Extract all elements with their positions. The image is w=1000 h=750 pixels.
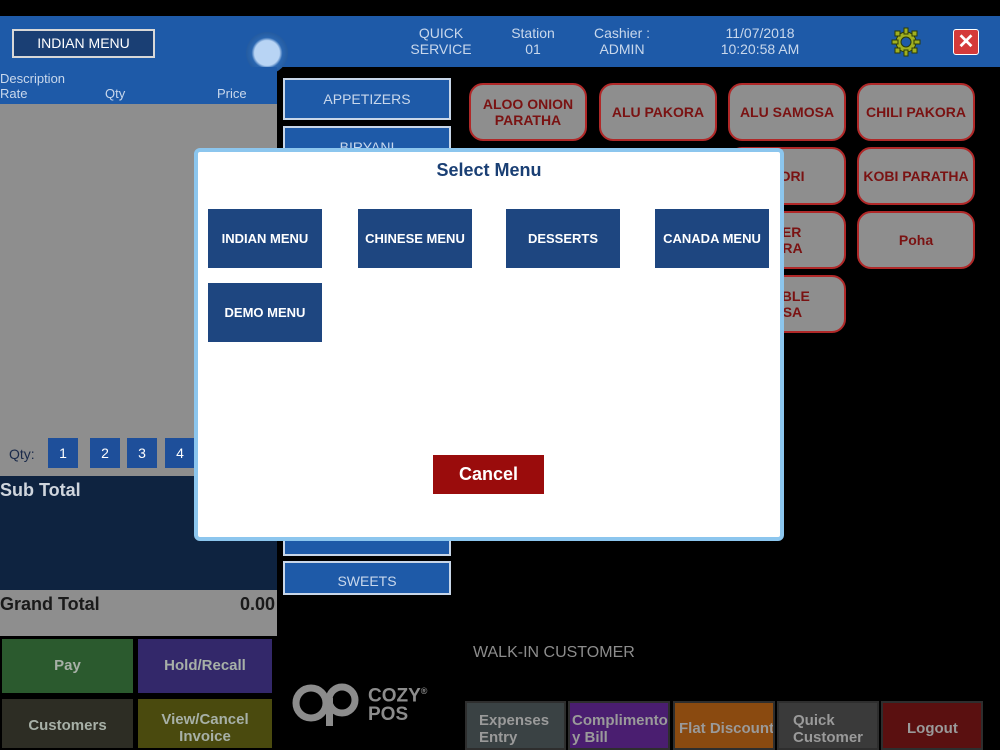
station-value: 01 [525, 41, 541, 57]
col-price: Price [217, 86, 247, 101]
cancel-button[interactable]: Cancel [433, 455, 544, 494]
time-text: 10:20:58 AM [720, 41, 800, 57]
expenses-line2: Entry [479, 729, 518, 746]
service-mode-line2: SERVICE [410, 41, 472, 57]
view-cancel-line2: Invoice [179, 728, 231, 745]
complimentary-line2: y Bill [572, 729, 608, 746]
current-menu-button[interactable]: INDIAN MENU [12, 29, 155, 58]
grand-total-label: Grand Total [0, 594, 100, 614]
complimentary-line1: Complimentor [572, 712, 670, 729]
customers-label: Customers [28, 717, 107, 734]
quick-customer-line1: Quick [793, 712, 835, 729]
item-aloo-onion-paratha[interactable]: ALOO ONION PARATHA [469, 83, 587, 141]
qty-button-1[interactable]: 1 [48, 438, 78, 468]
cashier-info: Cashier : ADMIN [578, 25, 666, 57]
expenses-entry-button[interactable]: Expenses Entry [465, 701, 566, 750]
logo-text: COZY® POS [368, 682, 427, 724]
subtotal-label: Sub Total [0, 480, 81, 500]
qty-button-4[interactable]: 4 [165, 438, 195, 468]
customers-button[interactable]: Customers [0, 697, 135, 750]
date-text: 11/07/2018 [725, 25, 795, 41]
flat-discount-button[interactable]: Flat Discount [673, 701, 775, 750]
logo-reg: ® [420, 686, 428, 696]
pay-label: Pay [54, 657, 81, 674]
item-label-line1: ALOO ONION [482, 96, 574, 112]
cashier-label: Cashier : [593, 25, 651, 41]
col-qty: Qty [105, 86, 126, 101]
complimentary-bill-button[interactable]: Complimentor y Bill [568, 701, 670, 750]
cashier-value: ADMIN [599, 41, 645, 57]
logout-label: Logout [907, 720, 958, 737]
item-alu-pakora[interactable]: ALU PAKORA [599, 83, 717, 141]
logo-line2: POS [368, 704, 409, 726]
item-label: ALOO ONION PARATHA [483, 96, 573, 128]
order-table-header: Description Rate Qty Price [0, 67, 277, 104]
expenses-line1: Expenses [479, 712, 550, 729]
grand-total-value: 0.00 [239, 594, 275, 614]
category-appetizers[interactable]: APPETIZERS [283, 78, 451, 120]
item-chili-pakora[interactable]: CHILI PAKORA [857, 83, 975, 141]
category-sweets[interactable]: SWEETS [283, 561, 451, 595]
menu-option-chinese[interactable]: CHINESE MENU [358, 209, 472, 268]
logout-button[interactable]: Logout [881, 701, 983, 750]
datetime-display: 11/07/2018 10:20:58 AM [705, 25, 815, 57]
select-menu-dialog: Select Menu INDIAN MENU CHINESE MENU DES… [194, 148, 784, 541]
qty-button-3[interactable]: 3 [127, 438, 157, 468]
dialog-title: Select Menu [436, 160, 542, 180]
menu-option-canada[interactable]: CANADA MENU [655, 209, 769, 268]
walk-in-customer-label: WALK-IN CUSTOMER [473, 644, 635, 661]
grand-total-panel: Grand Total 0.00 [0, 590, 277, 636]
top-header-bar: INDIAN MENU QUICK SERVICE Station 01 Cas… [0, 16, 1000, 74]
station-label: Station [511, 25, 555, 41]
close-icon[interactable]: ✕ [953, 29, 979, 55]
item-poha[interactable]: Poha [857, 211, 975, 269]
col-description: Description [0, 71, 66, 86]
station-info: Station 01 [497, 25, 569, 57]
hold-recall-button[interactable]: Hold/Recall [136, 637, 274, 695]
item-alu-samosa[interactable]: ALU SAMOSA [728, 83, 846, 141]
gear-icon[interactable] [890, 26, 922, 58]
menu-option-indian[interactable]: INDIAN MENU [208, 209, 322, 268]
qty-label: Qty: [9, 446, 35, 462]
hold-recall-label: Hold/Recall [164, 657, 246, 674]
quick-customer-button[interactable]: Quick Customer [777, 701, 879, 750]
pay-button[interactable]: Pay [0, 637, 135, 695]
quick-customer-line2: Customer [793, 729, 864, 746]
flat-discount-label: Flat Discount [679, 720, 775, 737]
logo-line1: COZY [368, 685, 421, 707]
item-label-line2: PARATHA [494, 112, 562, 128]
view-cancel-line1: View/Cancel [161, 711, 249, 728]
service-mode: QUICK SERVICE [400, 25, 482, 57]
col-rate: Rate [0, 86, 28, 101]
menu-option-demo[interactable]: DEMO MENU [208, 283, 322, 342]
item-kobi-paratha[interactable]: KOBI PARATHA [857, 147, 975, 205]
service-mode-line1: QUICK [418, 25, 464, 41]
qty-button-2[interactable]: 2 [90, 438, 120, 468]
view-cancel-invoice-button[interactable]: View/Cancel Invoice [136, 697, 274, 750]
menu-option-desserts[interactable]: DESSERTS [506, 209, 620, 268]
